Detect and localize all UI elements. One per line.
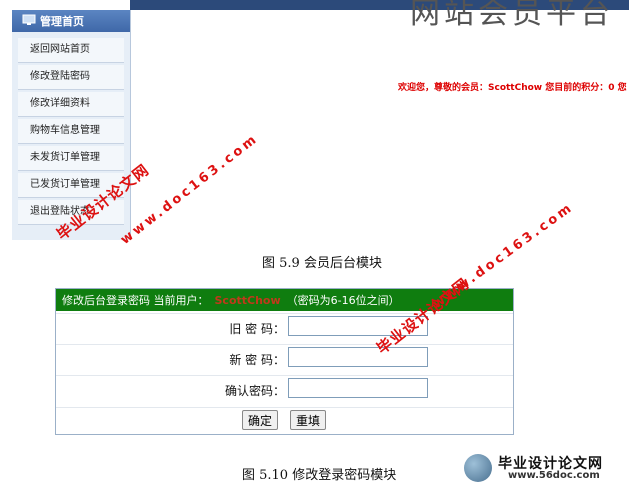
site-title: 网站会员平台 — [410, 0, 614, 31]
sidebar-item-shipped-orders[interactable]: 已发货订单管理 — [18, 173, 124, 198]
new-password-label: 新 密 码： — [229, 353, 285, 367]
confirm-password-row: 确认密码： — [56, 375, 513, 404]
site-logo: 毕业设计论文网 www.56doc.com — [464, 452, 624, 484]
member-backend-screenshot: 网站会员平台 管理首页 返回网站首页 修改登陆密码 修改详细资料 购物车信息管理… — [12, 0, 629, 240]
form-buttons: 确定 重填 — [56, 407, 513, 434]
sidebar-item-unshipped-orders[interactable]: 未发货订单管理 — [18, 146, 124, 171]
confirm-password-input[interactable] — [288, 378, 428, 398]
form-header: 修改后台登录密码 当前用户： ScottChow （密码为6-16位之间） — [56, 289, 513, 311]
sidebar-item-cart[interactable]: 购物车信息管理 — [18, 119, 124, 144]
submit-button[interactable]: 确定 — [242, 410, 279, 430]
sidebar-item-home[interactable]: 返回网站首页 — [18, 38, 124, 63]
new-password-input[interactable] — [288, 347, 428, 367]
sidebar-item-logout[interactable]: 退出登陆状态 — [18, 200, 124, 225]
form-header-title: 修改后台登录密码 当前用户： — [62, 294, 209, 307]
sidebar-header: 管理首页 — [12, 10, 130, 32]
password-hint: （密码为6-16位之间） — [286, 294, 400, 307]
old-password-input[interactable] — [288, 316, 428, 336]
sidebar: 管理首页 返回网站首页 修改登陆密码 修改详细资料 购物车信息管理 未发货订单管… — [12, 10, 131, 240]
sidebar-item-change-password[interactable]: 修改登陆密码 — [18, 65, 124, 90]
sidebar-header-label: 管理首页 — [40, 15, 84, 28]
confirm-password-label: 确认密码： — [224, 384, 285, 398]
sidebar-item-edit-profile[interactable]: 修改详细资料 — [18, 92, 124, 117]
old-password-label: 旧 密 码： — [229, 322, 285, 336]
globe-icon — [464, 454, 492, 482]
old-password-row: 旧 密 码： — [56, 313, 513, 342]
new-password-row: 新 密 码： — [56, 344, 513, 373]
figure-caption-5-9: 图 5.9 会员后台模块 — [262, 256, 382, 271]
reset-button[interactable]: 重填 — [290, 410, 327, 430]
figure-caption-5-10: 图 5.10 修改登录密码模块 — [242, 468, 397, 483]
sidebar-menu: 返回网站首页 修改登陆密码 修改详细资料 购物车信息管理 未发货订单管理 已发货… — [12, 32, 130, 225]
logo-url: www.56doc.com — [508, 470, 600, 481]
welcome-message: 欢迎您，尊敬的会员：ScottChow 您目前的积分：0 您 — [398, 83, 627, 93]
current-user-name: ScottChow — [214, 293, 281, 307]
computer-icon — [22, 14, 36, 25]
change-password-form: 修改后台登录密码 当前用户： ScottChow （密码为6-16位之间） 旧 … — [55, 288, 514, 435]
